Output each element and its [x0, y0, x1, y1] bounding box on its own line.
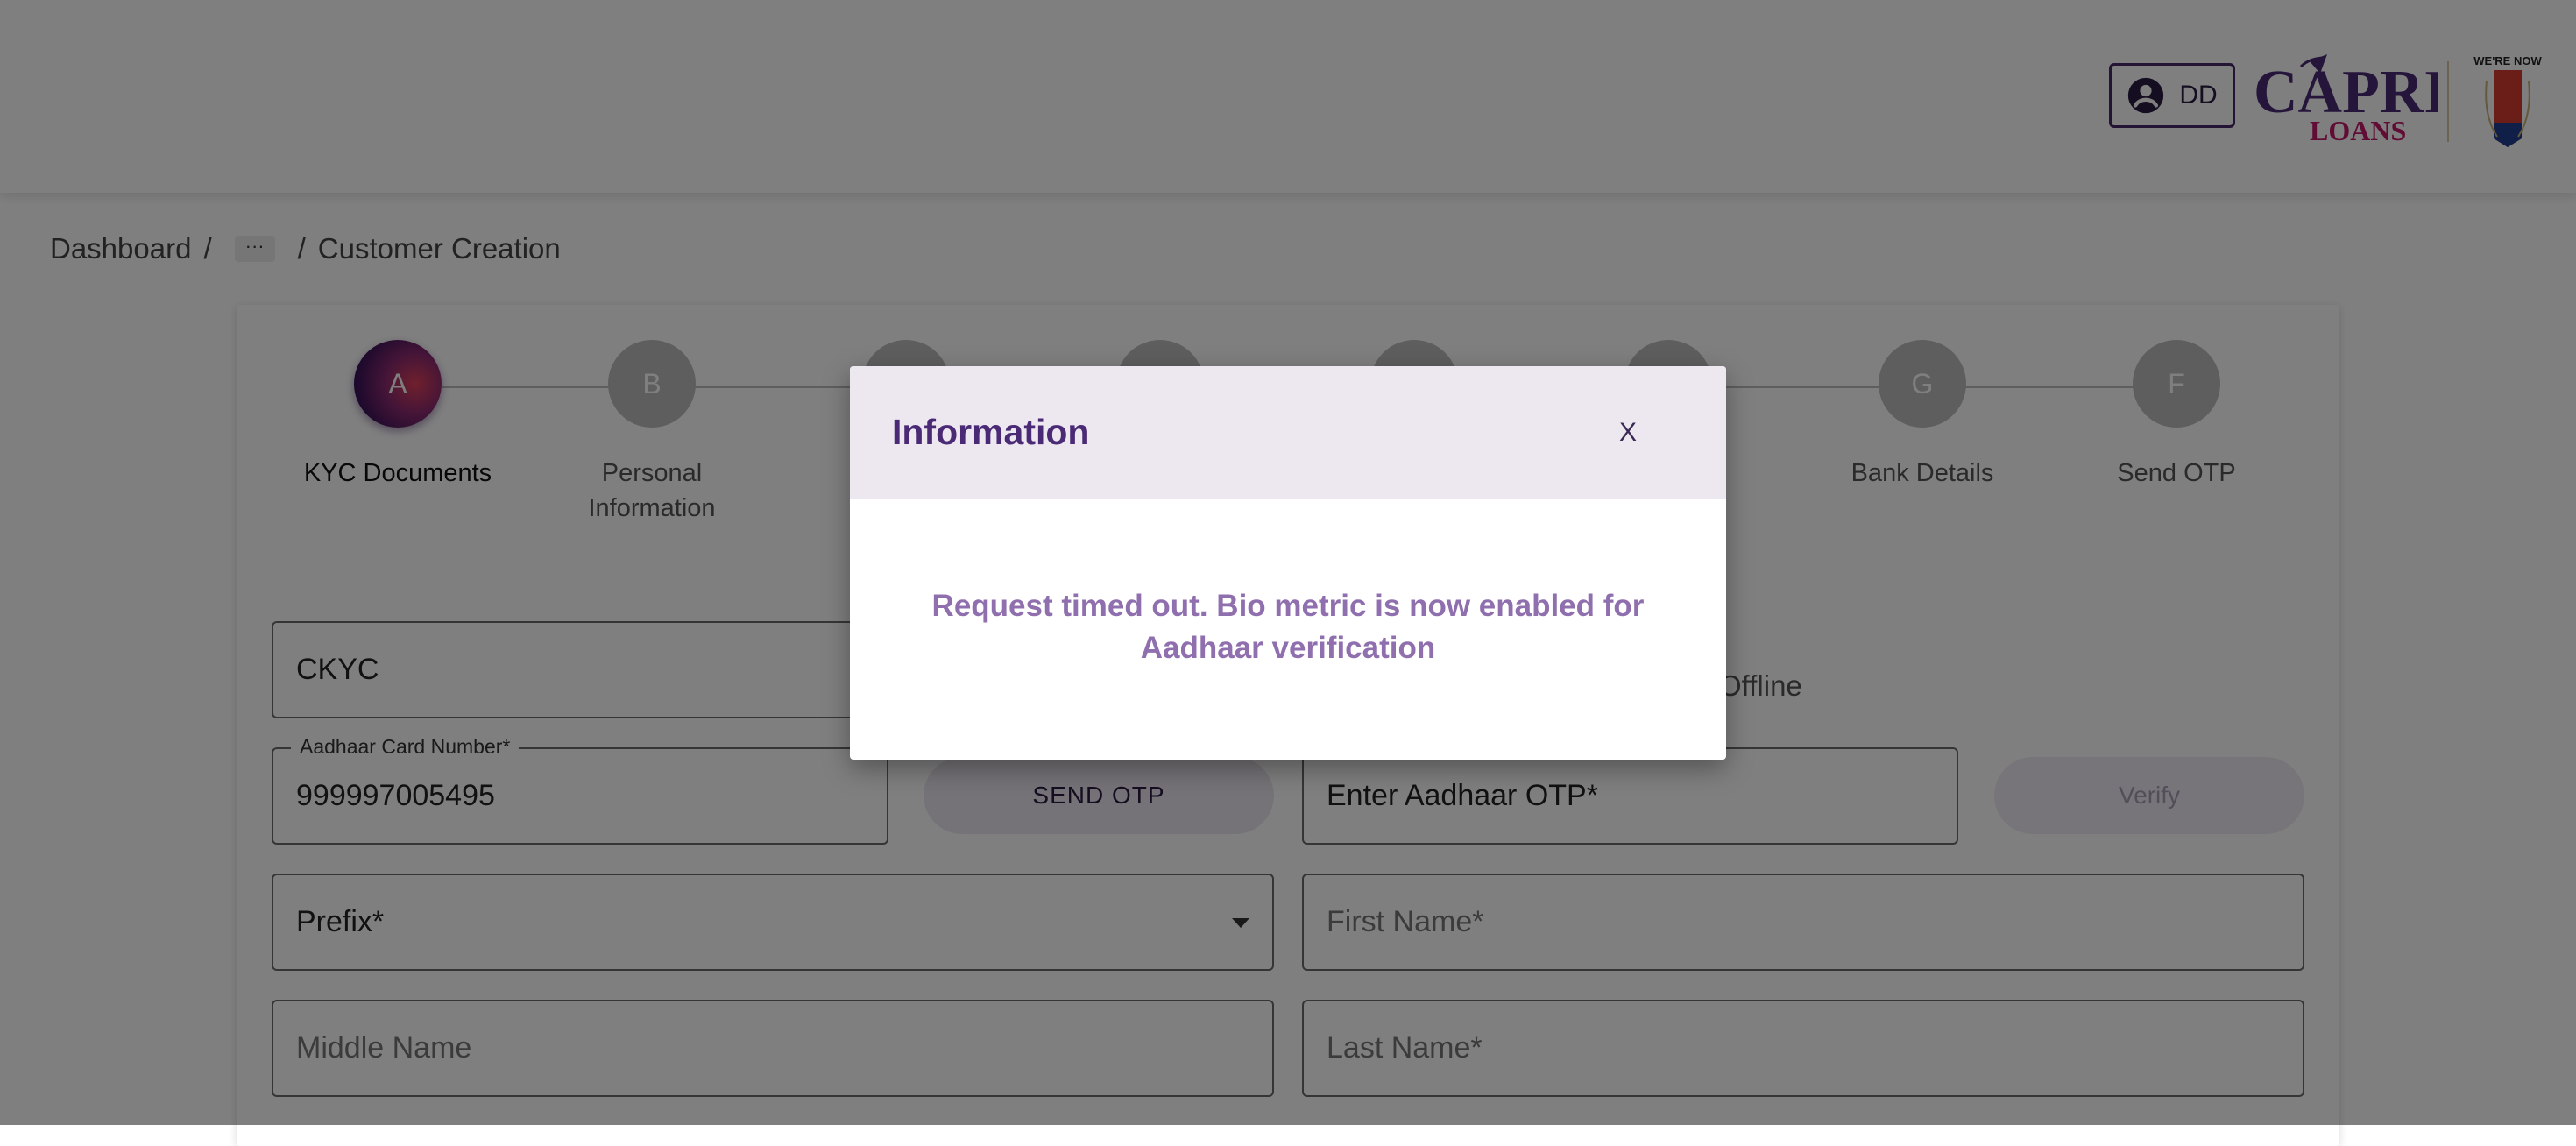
- information-dialog: Information X Request timed out. Bio met…: [850, 366, 1726, 760]
- dialog-header: Information X: [850, 366, 1726, 499]
- dialog-message: Request timed out. Bio metric is now ena…: [931, 589, 1645, 665]
- dialog-close-button[interactable]: X: [1610, 415, 1645, 450]
- dialog-title: Information: [892, 412, 1090, 452]
